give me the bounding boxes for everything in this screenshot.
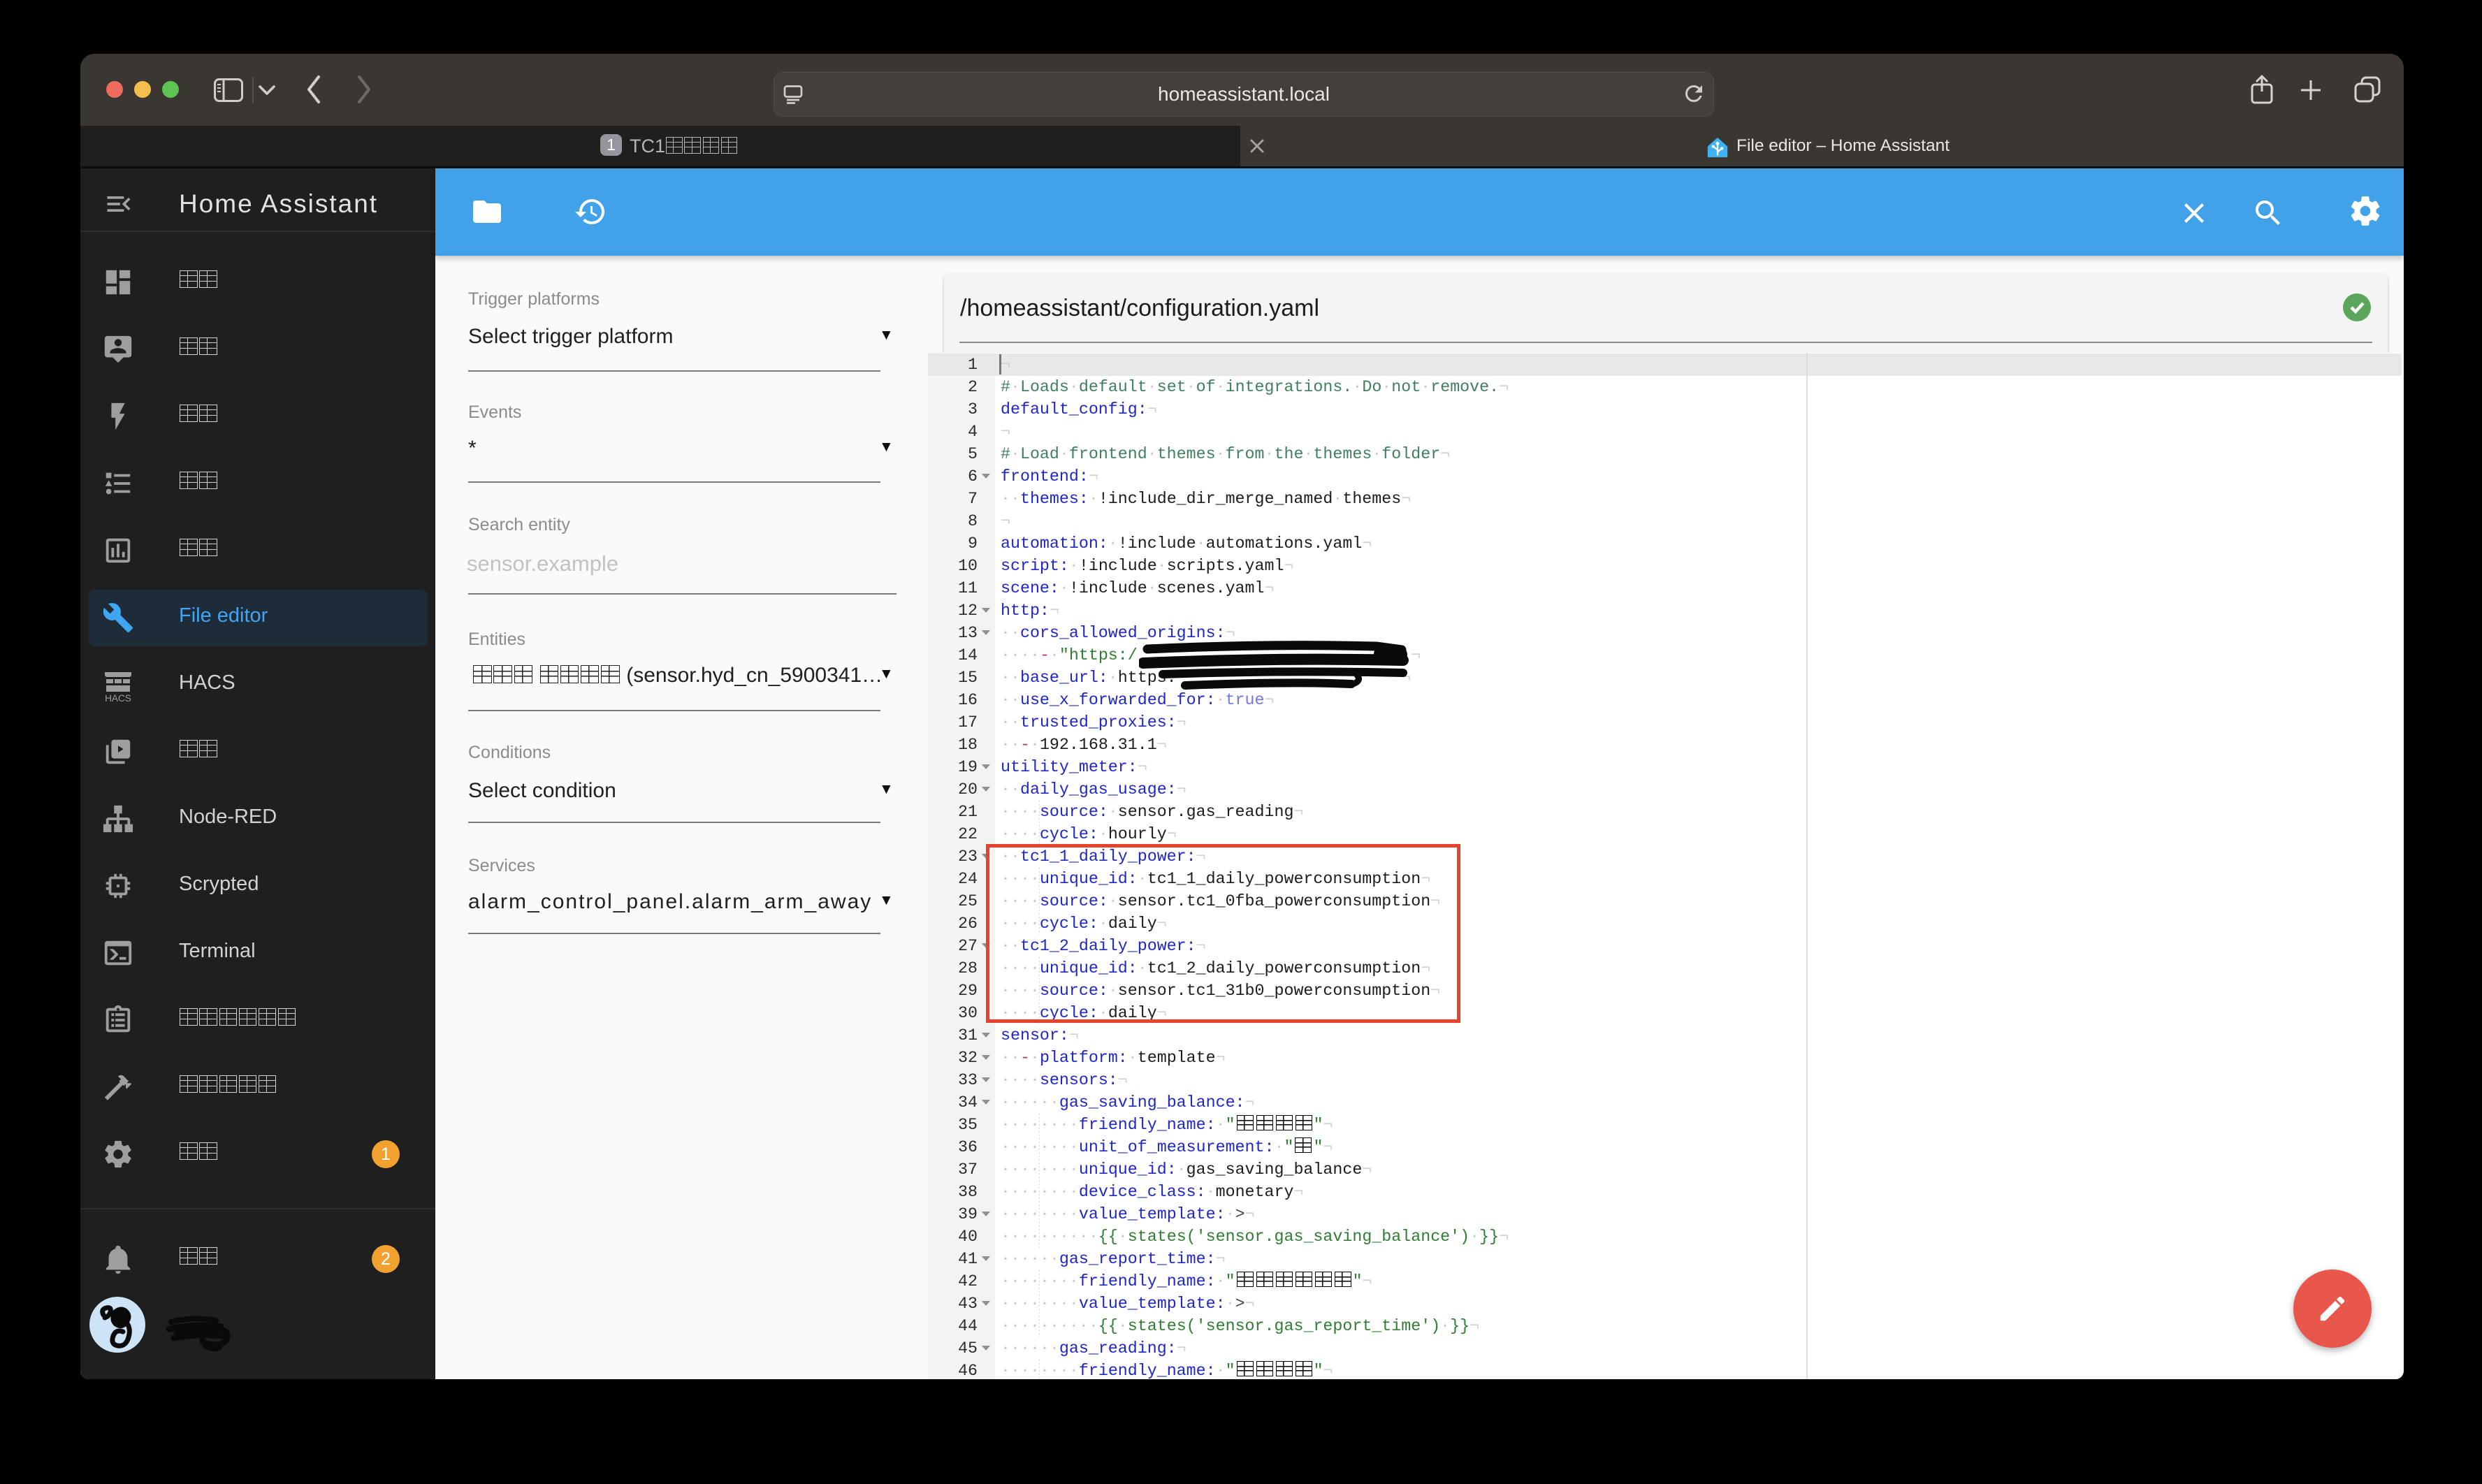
svg-text:HACS: HACS (105, 693, 131, 703)
